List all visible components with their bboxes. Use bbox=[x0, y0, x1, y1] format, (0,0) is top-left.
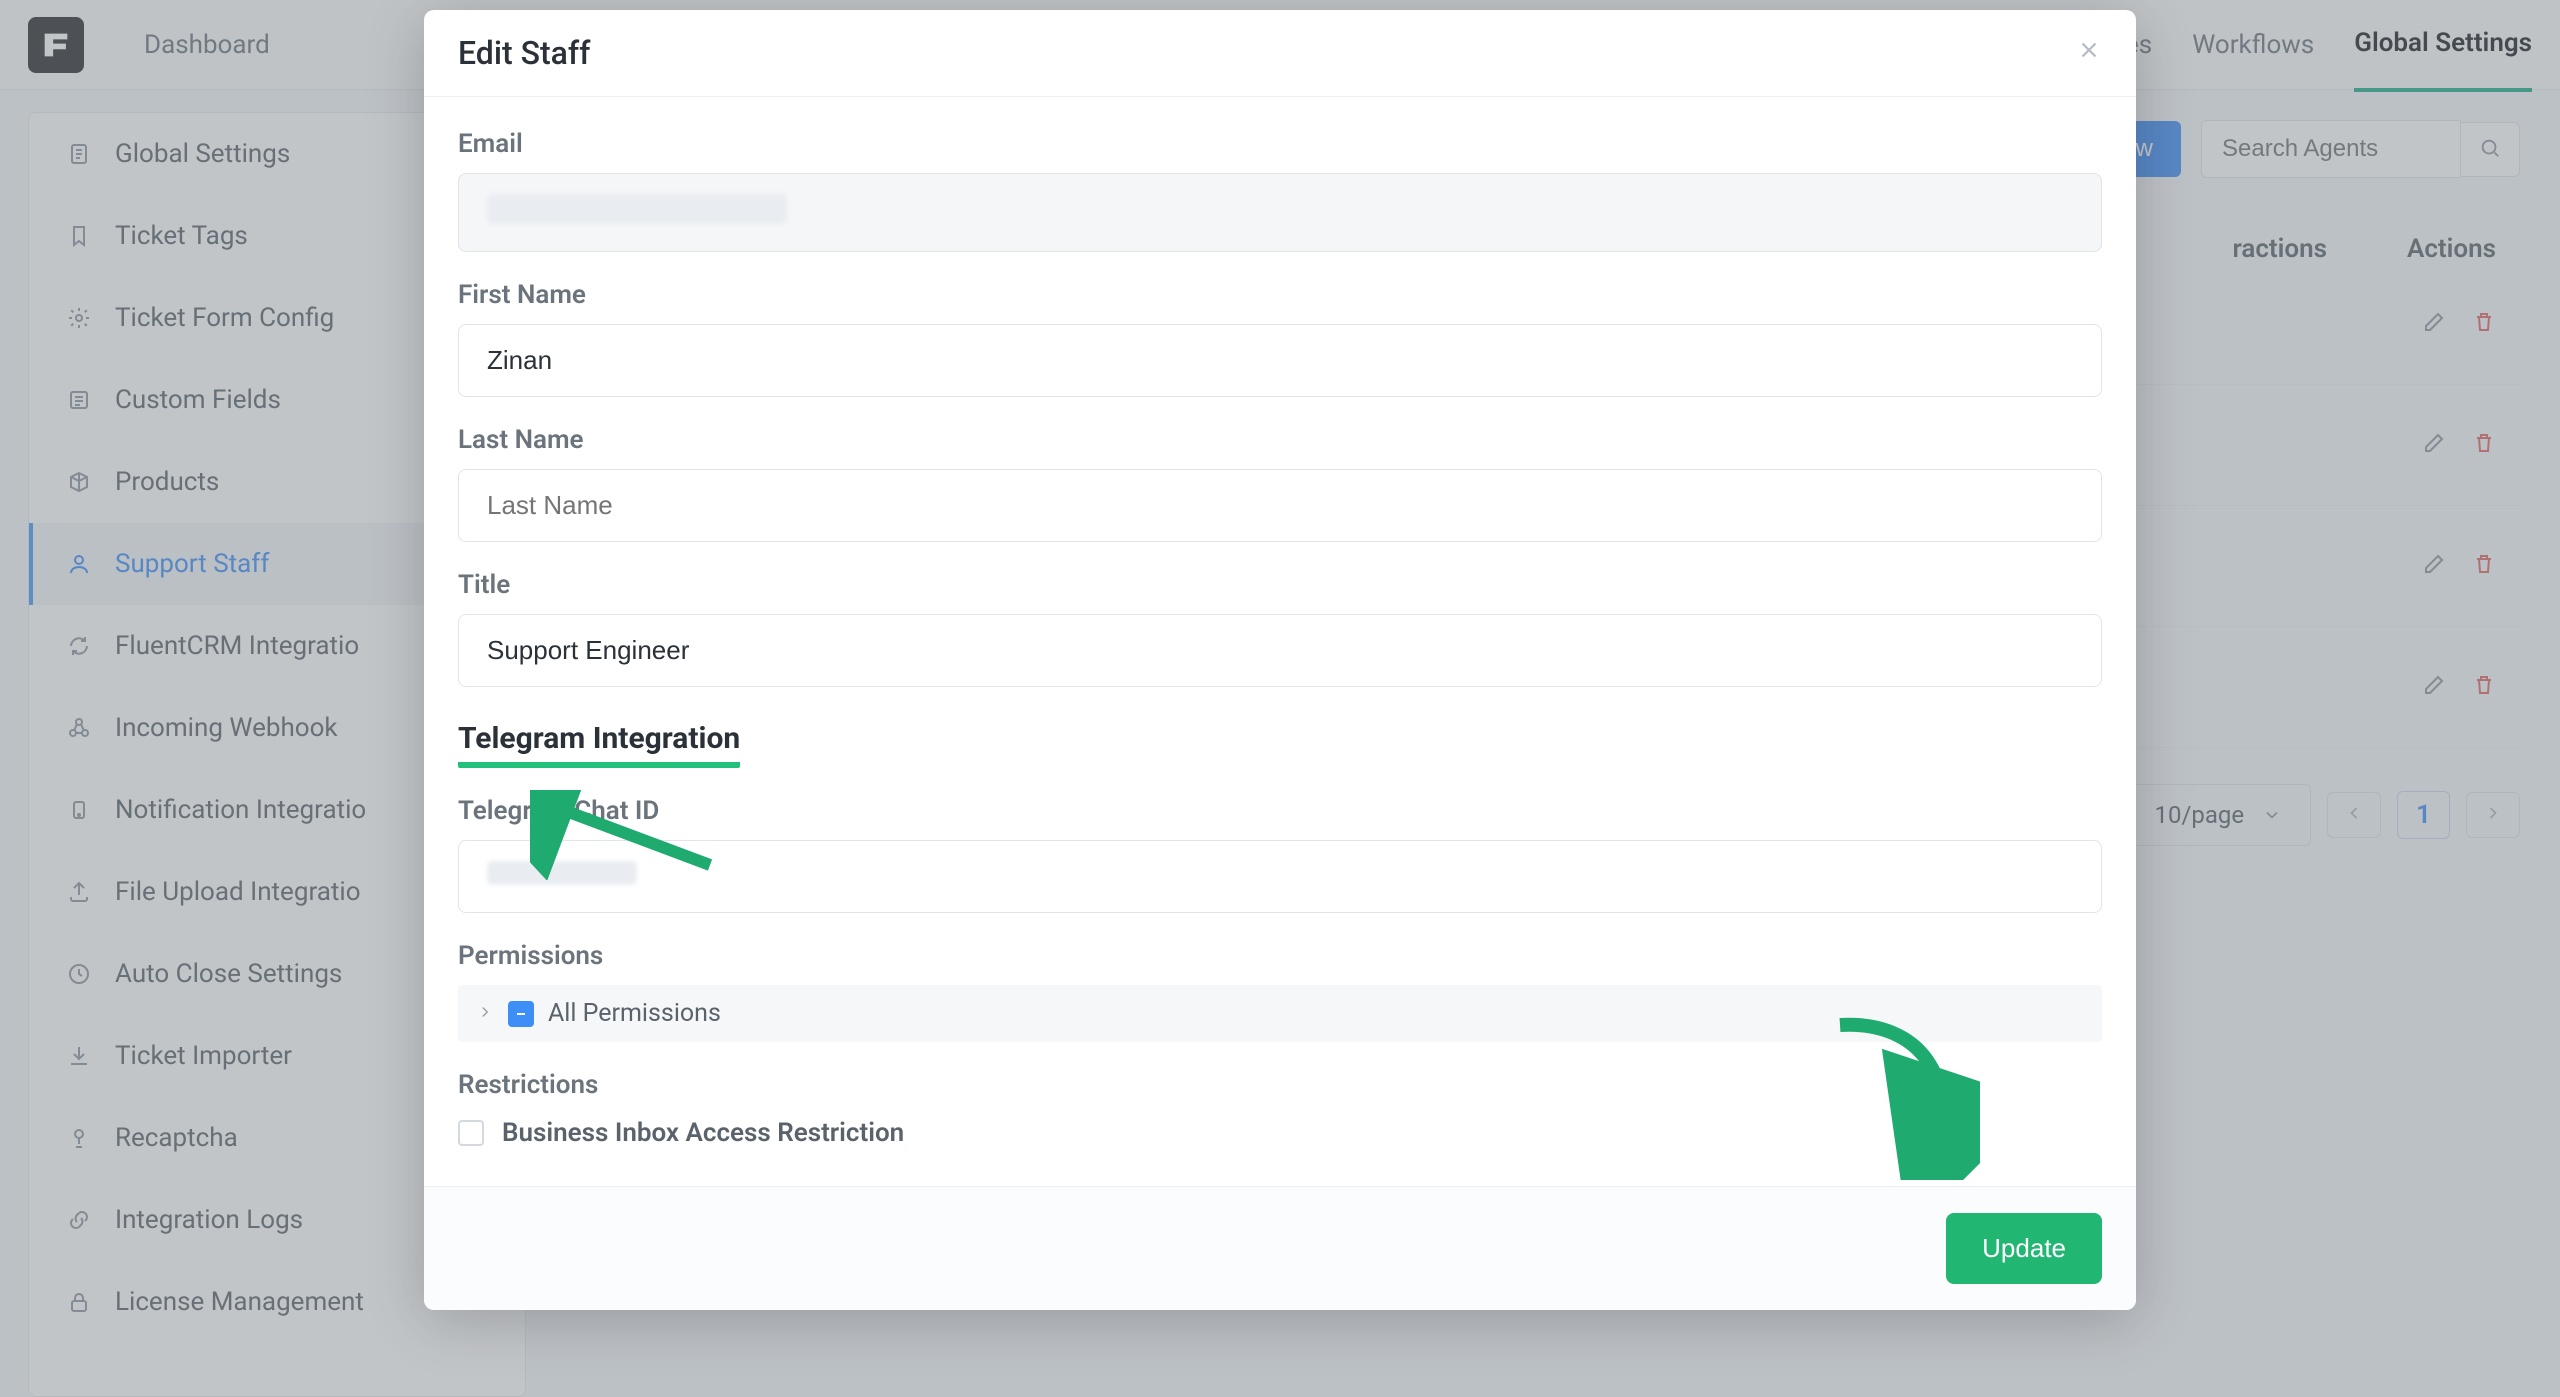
restriction-label: Business Inbox Access Restriction bbox=[502, 1118, 904, 1148]
title-field[interactable] bbox=[458, 614, 2102, 687]
restriction-row[interactable]: Business Inbox Access Restriction bbox=[458, 1118, 2102, 1148]
update-button[interactable]: Update bbox=[1946, 1213, 2102, 1284]
telegram-chat-id-field[interactable] bbox=[458, 840, 2102, 913]
title-label: Title bbox=[458, 570, 2102, 600]
last-name-label: Last Name bbox=[458, 425, 2102, 455]
caret-right-icon[interactable] bbox=[476, 999, 494, 1028]
telegram-integration-heading: Telegram Integration bbox=[458, 721, 740, 768]
first-name-label: First Name bbox=[458, 280, 2102, 310]
edit-staff-modal: Edit Staff Email First Name Last Name Ti… bbox=[424, 10, 2136, 1310]
email-field bbox=[458, 173, 2102, 252]
modal-footer: Update bbox=[424, 1186, 2136, 1310]
email-label: Email bbox=[458, 129, 2102, 159]
restriction-checkbox[interactable] bbox=[458, 1120, 484, 1146]
permission-all-row[interactable]: All Permissions bbox=[458, 985, 2102, 1042]
modal-header: Edit Staff bbox=[424, 10, 2136, 97]
permissions-label: Permissions bbox=[458, 941, 2102, 971]
modal-overlay: Edit Staff Email First Name Last Name Ti… bbox=[0, 0, 2560, 1397]
close-icon[interactable] bbox=[2076, 36, 2102, 71]
first-name-field[interactable] bbox=[458, 324, 2102, 397]
modal-title: Edit Staff bbox=[458, 34, 590, 72]
redacted-email bbox=[487, 194, 787, 224]
redacted-chat-id bbox=[487, 861, 637, 885]
permission-checkbox[interactable] bbox=[508, 1001, 534, 1027]
restrictions-label: Restrictions bbox=[458, 1070, 2102, 1100]
telegram-chat-id-label: Telegram Chat ID bbox=[458, 796, 2102, 826]
last-name-field[interactable] bbox=[458, 469, 2102, 542]
permission-all-label: All Permissions bbox=[548, 999, 721, 1028]
